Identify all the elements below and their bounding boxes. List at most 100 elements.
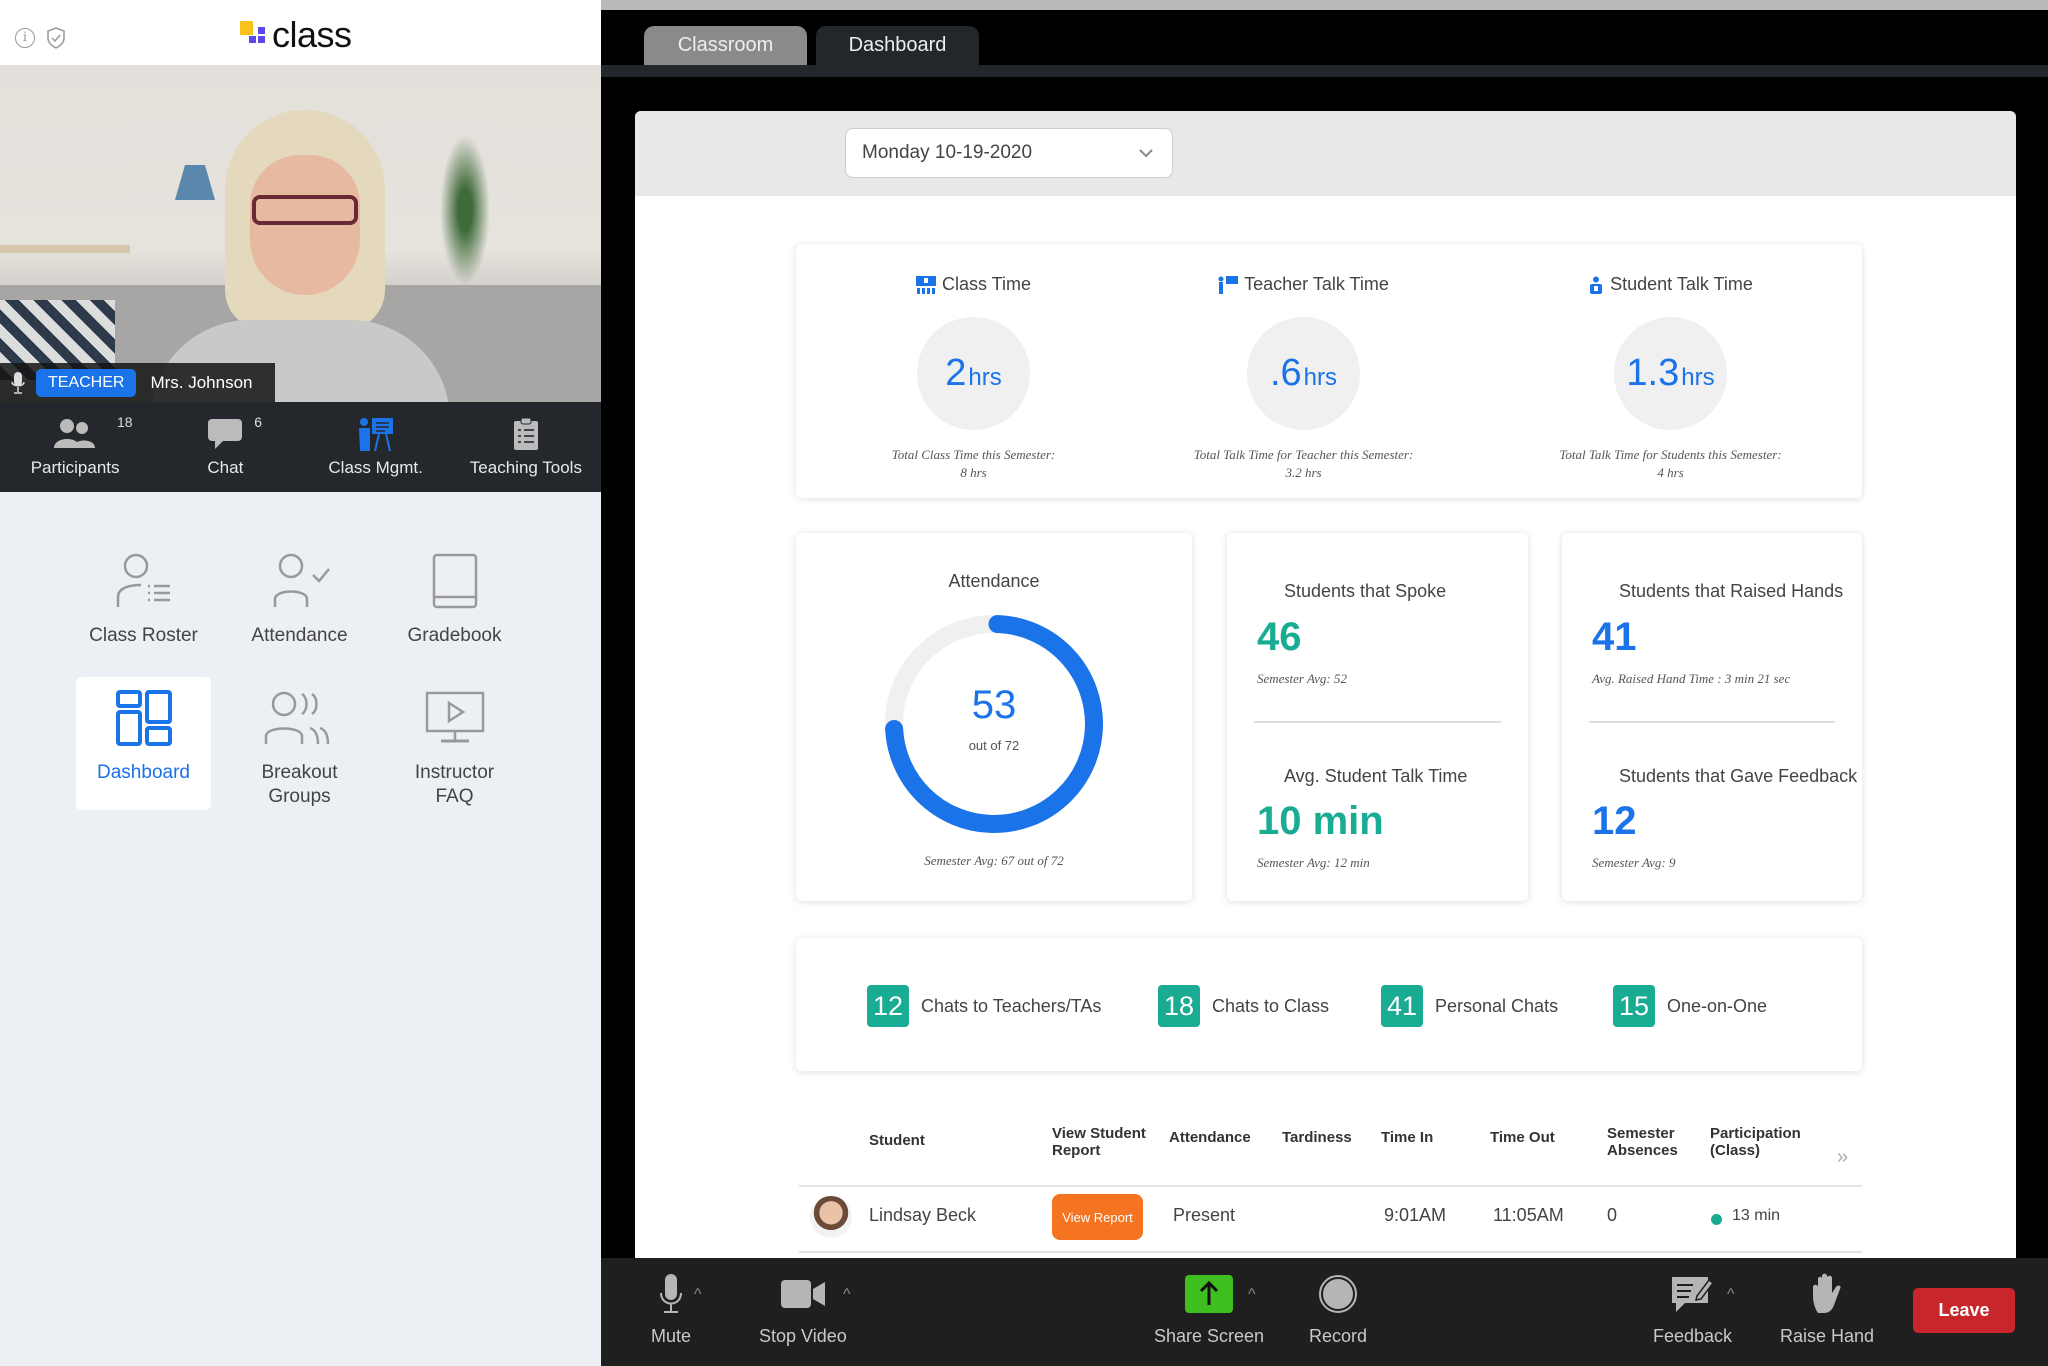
participants-icon: [53, 414, 97, 454]
class-time-semester-total: Total Class Time this Semester: 8 hrs: [796, 446, 1151, 482]
app-root: i class TEACHER Mrs. Johnson 18 Particip…: [0, 0, 2048, 1366]
faq-label-line2: FAQ: [435, 786, 474, 807]
col-view-report[interactable]: View Student Report: [1052, 1125, 1146, 1159]
logo-bar: i class: [0, 0, 601, 65]
breakout-groups-label: Breakout Groups: [261, 761, 337, 809]
dashboard-button[interactable]: Dashboard: [76, 677, 211, 810]
student-talk-circle: 1.3 hrs: [1614, 317, 1727, 430]
attendance-status: Present: [1173, 1205, 1236, 1225]
class-management-label: Class Mgmt.: [328, 458, 423, 477]
class-roster-icon: [113, 550, 175, 612]
student-talk-foot-label: Total Talk Time for Students this Semest…: [1559, 447, 1782, 462]
feedback-options-caret-icon[interactable]: ^: [1727, 1286, 1735, 1304]
breakout-label-line2: Groups: [268, 786, 331, 807]
feedback-icon: [1671, 1272, 1715, 1316]
attendance-title: Attendance: [948, 571, 1040, 591]
gradebook-button[interactable]: Gradebook: [387, 540, 522, 673]
sidebar: i class TEACHER Mrs. Johnson 18 Particip…: [0, 0, 601, 1366]
attendance-total: out of 72: [968, 738, 1020, 753]
record-icon: [1318, 1272, 1358, 1316]
class-time-unit: hrs: [968, 363, 1002, 391]
avg-talk-time-title: Avg. Student Talk Time: [1284, 766, 1468, 786]
view-report-button[interactable]: View Report: [1052, 1194, 1143, 1240]
feedback-label: Feedback: [1653, 1326, 1733, 1346]
col-time-in[interactable]: Time In: [1381, 1129, 1433, 1146]
class-management-button[interactable]: Class Mgmt.: [301, 402, 451, 492]
student-speaking-card: Students that Spoke 46 Semester Avg: 52 …: [1227, 533, 1528, 901]
share-screen-label: Share Screen: [1154, 1326, 1265, 1346]
chat-stat-label: One-on-One: [1667, 995, 1768, 1016]
time-out: 11:05AM: [1493, 1205, 1564, 1225]
teacher-talk-unit: hrs: [1303, 363, 1338, 391]
time-stats-card: Class Time 2 hrs Total Class Time this Se…: [796, 244, 1862, 498]
scroll-columns-right-icon[interactable]: »: [1837, 1147, 1848, 1167]
feedback-button[interactable]: Feedback: [1653, 1272, 1732, 1347]
class-logo: class: [240, 14, 352, 55]
share-screen-button[interactable]: Share Screen: [1154, 1272, 1264, 1347]
tab-bar: [601, 65, 2048, 77]
shield-check-icon[interactable]: [45, 26, 67, 50]
col-attendance[interactable]: Attendance: [1169, 1129, 1251, 1146]
col-student[interactable]: Student: [869, 1132, 925, 1149]
class-roster-label: Class Roster: [89, 625, 198, 646]
tab-dashboard[interactable]: Dashboard: [816, 26, 979, 65]
teacher-talk-title: Teacher Talk Time: [1244, 274, 1389, 294]
video-options-caret-icon[interactable]: ^: [843, 1286, 851, 1304]
raise-hand-label: Raise Hand: [1780, 1326, 1875, 1346]
students-spoke-title: Students that Spoke: [1284, 581, 1447, 601]
student-talk-value: 1.3: [1626, 352, 1680, 394]
video-camera-icon: [780, 1272, 826, 1316]
share-options-caret-icon[interactable]: ^: [1248, 1286, 1256, 1304]
logo-text: class: [272, 14, 352, 55]
col-view-report-line1: View Student: [1052, 1125, 1146, 1142]
breakout-groups-button[interactable]: Breakout Groups: [232, 677, 367, 810]
stop-video-button[interactable]: Stop Video: [759, 1272, 847, 1347]
chat-label: Chat: [207, 458, 244, 477]
col-absences-line1: Semester: [1607, 1125, 1675, 1142]
raised-hands-avg-time: Avg. Raised Hand Time : 3 min 21 sec: [1592, 671, 1791, 686]
chat-stat: 12 Chats to Teachers/TAs: [867, 985, 1101, 1027]
row-divider: [799, 1251, 1862, 1253]
leave-button[interactable]: Leave: [1913, 1288, 2015, 1333]
chat-stat-label: Personal Chats: [1435, 995, 1559, 1016]
raise-hand-icon: [1810, 1272, 1844, 1316]
teacher-talk-foot-label: Total Talk Time for Teacher this Semeste…: [1193, 447, 1414, 462]
teaching-tools-button[interactable]: Teaching Tools: [451, 402, 601, 492]
attendance-button[interactable]: Attendance: [232, 540, 367, 673]
raise-hand-button[interactable]: Raise Hand: [1780, 1272, 1874, 1347]
attendance-icon: [267, 550, 333, 612]
dashboard-panel: Monday 10-19-2020 Class Time 2 hrs Total …: [635, 111, 2016, 1258]
clipboard-icon: [513, 414, 539, 454]
student-name[interactable]: Lindsay Beck: [869, 1205, 976, 1226]
chat-button[interactable]: 6 Chat: [150, 402, 300, 492]
col-participation-line2: (Class): [1710, 1142, 1761, 1159]
video-tutorial-icon: [424, 687, 486, 749]
mute-button[interactable]: Mute: [651, 1272, 691, 1347]
tab-classroom[interactable]: Classroom: [644, 26, 807, 65]
student-talk-unit: hrs: [1681, 363, 1715, 391]
col-time-out[interactable]: Time Out: [1490, 1129, 1555, 1146]
chevron-down-icon: [1139, 149, 1153, 158]
chat-stat-label: Chats to Class: [1212, 995, 1330, 1016]
divider: [1589, 721, 1835, 723]
chat-stat: 18 Chats to Class: [1158, 985, 1329, 1027]
info-icon[interactable]: i: [15, 28, 35, 48]
participants-button[interactable]: 18 Participants: [0, 402, 150, 492]
divider: [1254, 721, 1501, 723]
feedback-avg: Semester Avg: 9: [1592, 855, 1676, 870]
date-select[interactable]: Monday 10-19-2020: [845, 128, 1173, 178]
record-label: Record: [1309, 1326, 1368, 1346]
instructor-faq-button[interactable]: Instructor FAQ: [387, 677, 522, 810]
mute-options-caret-icon[interactable]: ^: [694, 1286, 702, 1304]
col-tardiness[interactable]: Tardiness: [1282, 1129, 1352, 1146]
col-participation[interactable]: Participation (Class): [1710, 1125, 1801, 1159]
avg-talk-time-value: 10 min: [1257, 799, 1384, 843]
student-talk-title: Student Talk Time: [1610, 274, 1753, 294]
record-button[interactable]: Record: [1309, 1272, 1367, 1347]
class-time-stat: Class Time 2 hrs Total Class Time this Se…: [796, 244, 1151, 498]
class-roster-button[interactable]: Class Roster: [76, 540, 211, 673]
class-time-value: 2: [945, 352, 967, 394]
chats-card: 12 Chats to Teachers/TAs 18 Chats to Cla…: [796, 938, 1862, 1071]
teacher-talk-foot-value: 3.2 hrs: [1285, 465, 1322, 480]
col-semester-absences[interactable]: Semester Absences: [1607, 1125, 1678, 1159]
